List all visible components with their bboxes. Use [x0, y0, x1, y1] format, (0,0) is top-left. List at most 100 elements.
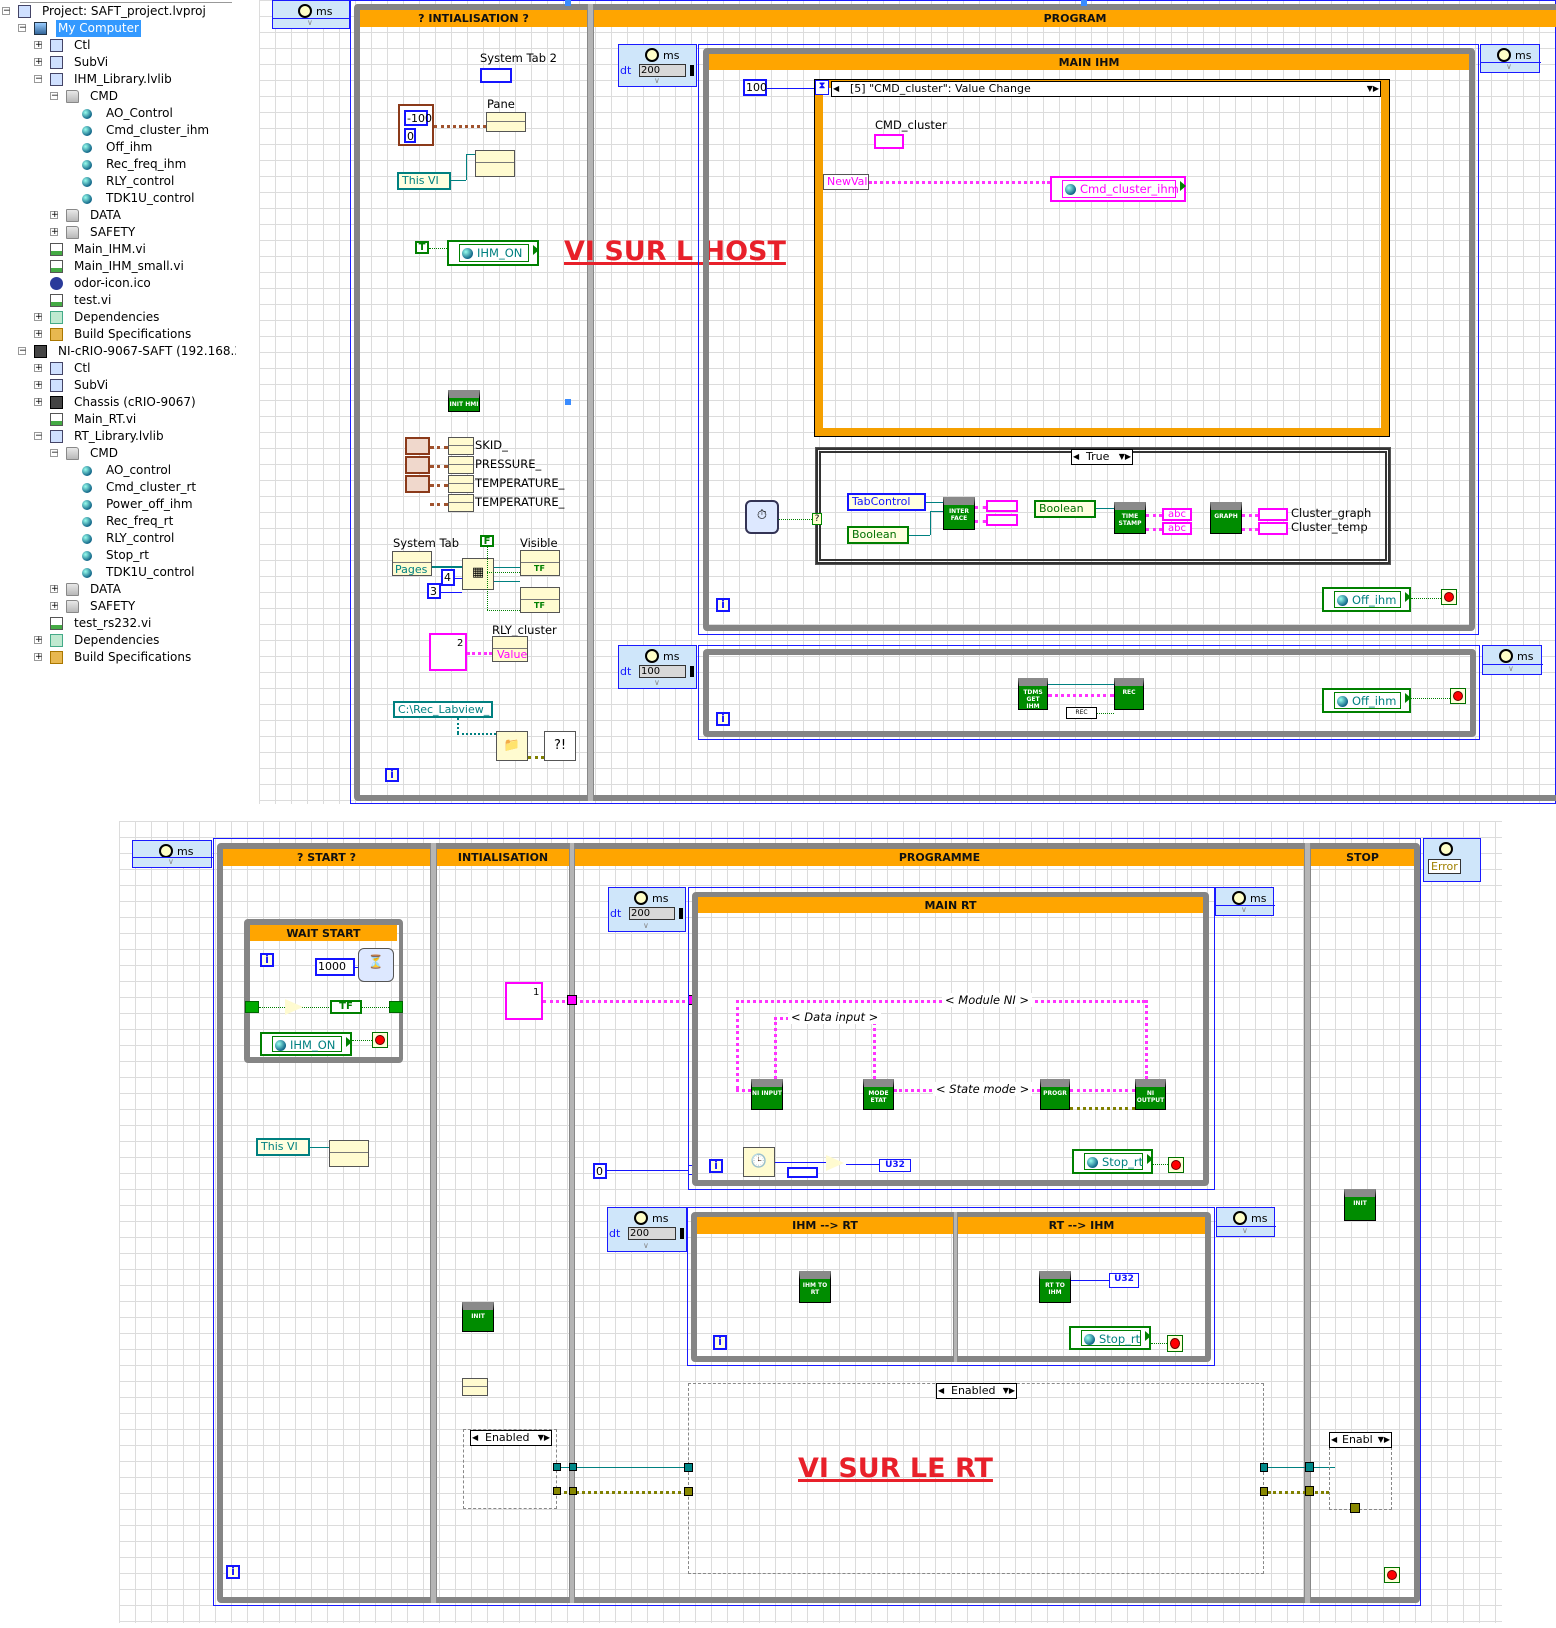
collapse-icon[interactable]: − [18, 24, 27, 33]
slider-reference[interactable]: 2 [429, 633, 467, 671]
false-constant[interactable]: F [480, 535, 494, 547]
system-tab-property-node[interactable]: Pages [392, 551, 432, 576]
this-vi-reference[interactable]: This VI [397, 172, 451, 190]
tree-item[interactable]: − Project: SAFT_project.lvproj [0, 3, 240, 20]
array-constant[interactable]: -100 0 [398, 104, 434, 146]
boolean-reference[interactable]: Boolean [847, 526, 909, 544]
tree-item[interactable]: + SubVi [0, 54, 240, 71]
ihm-on-shared-variable[interactable]: IHM_ON [260, 1032, 352, 1056]
control-reference[interactable] [405, 475, 430, 493]
tree-item[interactable]: + Ctl [0, 360, 240, 377]
collapse-icon[interactable]: − [50, 449, 59, 458]
zero-constant[interactable]: 0 [593, 1163, 607, 1179]
stop-terminal-icon[interactable] [372, 1032, 388, 1048]
expand-icon[interactable]: + [50, 585, 59, 594]
stop-terminal-icon[interactable] [1450, 688, 1466, 704]
cmd-cluster-terminal[interactable] [874, 134, 904, 149]
dt-value[interactable]: 100 [639, 665, 686, 678]
off-ihm-shared-variable[interactable]: Off_ihm [1322, 688, 1411, 713]
wait-ms-constant[interactable]: 1000 [315, 958, 355, 976]
rt-outer-loop-timing-box[interactable]: ms ∨ [132, 840, 213, 868]
main-ihm-right-timing-box[interactable]: ms ∨ [1480, 44, 1541, 73]
property-node[interactable] [462, 1378, 488, 1396]
tree-item[interactable]: + SAFETY [0, 598, 240, 615]
expand-chevron-icon[interactable]: ∨ [643, 921, 649, 930]
off-ihm-shared-variable[interactable]: Off_ihm [1322, 587, 1411, 612]
stop-init-subvi[interactable]: INIT [1344, 1189, 1376, 1221]
expand-icon[interactable]: + [34, 58, 43, 67]
expand-icon[interactable]: + [50, 228, 59, 237]
stop-terminal-icon[interactable] [1384, 1567, 1400, 1583]
case-selector[interactable]: True [1071, 449, 1133, 465]
ihm-to-rt-subvi[interactable]: IHM TO RT [799, 1271, 831, 1303]
tree-item[interactable]: Cmd_cluster_ihm [0, 122, 240, 139]
tree-item[interactable]: + SAFETY [0, 224, 240, 241]
tree-item[interactable]: − CMD [0, 445, 240, 462]
index-array-node[interactable]: ▦ [462, 558, 494, 590]
splitter-handle[interactable] [1081, 0, 1087, 6]
ni-input-subvi[interactable]: NI INPUT [751, 1079, 783, 1110]
ihm-on-shared-variable[interactable]: IHM_ON [447, 240, 539, 266]
collapse-icon[interactable]: − [34, 432, 43, 441]
tree-item[interactable]: TDK1U_control [0, 190, 240, 207]
tree-item[interactable]: + Chassis (cRIO-9067) [0, 394, 240, 411]
stop-terminal-icon[interactable] [1168, 1157, 1184, 1173]
collapse-icon[interactable]: − [50, 92, 59, 101]
expand-icon[interactable]: + [34, 636, 43, 645]
tree-item[interactable]: Main_RT.vi [0, 411, 240, 428]
tree-item[interactable]: TDK1U_control [0, 564, 240, 581]
tree-item[interactable]: Main_IHM.vi [0, 241, 240, 258]
tree-item[interactable]: Off_ihm [0, 139, 240, 156]
tree-item[interactable]: AO_control [0, 462, 240, 479]
tree-item[interactable]: + SubVi [0, 377, 240, 394]
case-selector-terminal[interactable]: ? [812, 513, 822, 525]
dt-value[interactable]: 200 [628, 1227, 676, 1240]
time-stamp-subvi[interactable]: TIME STAMP [1114, 502, 1146, 534]
init-subvi[interactable]: INIT [462, 1302, 494, 1332]
property-node[interactable] [448, 494, 474, 512]
disable-selector[interactable]: Enabl [1329, 1432, 1392, 1448]
expand-chevron-icon[interactable]: ∨ [643, 1241, 649, 1250]
tree-item[interactable]: Cmd_cluster_rt [0, 479, 240, 496]
splitter-handle[interactable] [565, 399, 571, 405]
rec-subvi[interactable]: REC [1114, 678, 1144, 710]
pane-property-node[interactable] [486, 112, 526, 132]
array-value-0[interactable]: -100 [404, 110, 432, 126]
tree-item[interactable]: + DATA [0, 207, 240, 224]
tree-item[interactable]: RLY_control [0, 530, 240, 547]
tree-item[interactable]: odor-icon.ico [0, 275, 240, 292]
tree-item[interactable]: + Dependencies [0, 632, 240, 649]
expand-chevron-icon[interactable]: ∨ [307, 18, 313, 27]
tree-item[interactable]: − CMD [0, 88, 240, 105]
interface-subvi[interactable]: INTER FACE [943, 497, 975, 530]
control-reference[interactable] [405, 437, 430, 455]
init-hmi-subvi[interactable]: INIT HMI [448, 390, 480, 412]
this-vi-reference[interactable]: This VI [256, 1138, 310, 1156]
tdms-get-ihm-subvi[interactable]: TDMS GET IHM [1018, 678, 1048, 710]
mode-etat-subvi[interactable]: MODE ETAT [863, 1079, 894, 1110]
array-value-1[interactable]: 0 [404, 128, 416, 143]
true-constant[interactable]: T [415, 241, 429, 254]
system-tab-2-terminal[interactable] [480, 68, 512, 83]
disable-selector[interactable]: Enabled [470, 1430, 552, 1446]
rec-loop-timing-box[interactable]: ms dt 100 ∨ [618, 645, 697, 689]
expand-chevron-icon[interactable]: ∨ [1508, 664, 1514, 673]
collapse-icon[interactable]: − [2, 7, 11, 16]
expand-icon[interactable]: + [34, 653, 43, 662]
expand-icon[interactable]: + [34, 364, 43, 373]
expand-icon[interactable]: + [34, 381, 43, 390]
tree-item[interactable]: − IHM_Library.lvlib [0, 71, 240, 88]
tree-item[interactable]: RLY_control [0, 173, 240, 190]
expand-chevron-icon[interactable]: ∨ [168, 857, 174, 866]
property-node[interactable] [448, 475, 474, 493]
tree-item[interactable]: + Ctl [0, 37, 240, 54]
create-folder-node[interactable]: 📁 [496, 731, 528, 761]
disable-selector[interactable]: Enabled [936, 1383, 1017, 1399]
tabcontrol-reference[interactable]: TabControl [847, 493, 926, 511]
tree-item[interactable]: − My Computer [0, 20, 240, 37]
main-rt-timing-box[interactable]: ms dt 200 ∨ [608, 887, 686, 932]
expand-icon[interactable]: + [34, 398, 43, 407]
collapse-icon[interactable]: − [18, 347, 27, 356]
stop-rt-shared-variable[interactable]: Stop_rt [1072, 1149, 1153, 1174]
index-constant[interactable]: 4 [441, 569, 455, 586]
